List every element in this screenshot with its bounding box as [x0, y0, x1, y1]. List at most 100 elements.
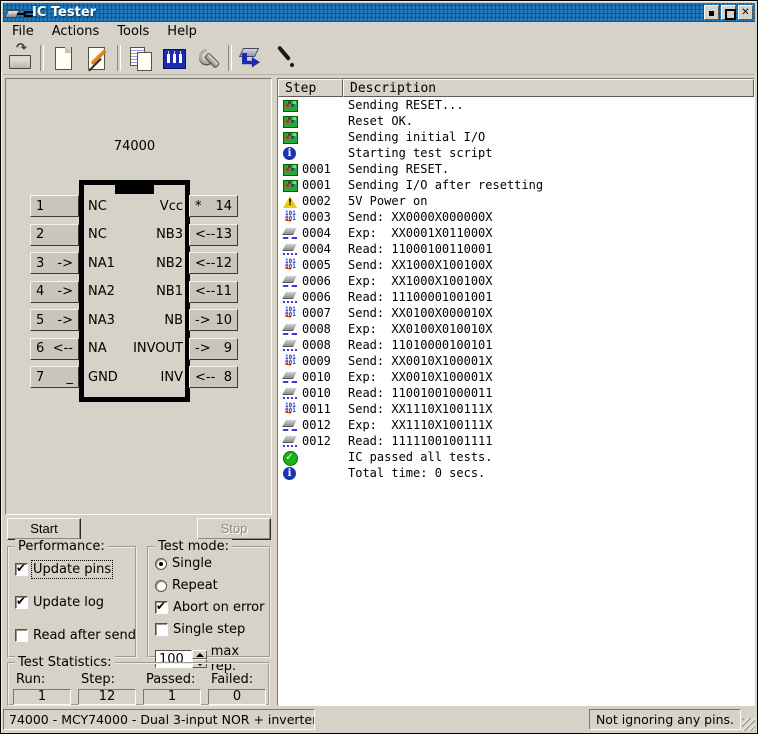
- log-row[interactable]: 0011 Send: XX1110X100111X: [278, 401, 754, 417]
- log-column-description[interactable]: Description: [343, 79, 754, 97]
- log-row[interactable]: 0009 Send: XX0010X100001X: [278, 353, 754, 369]
- checkbox-row[interactable]: Read after send: [15, 628, 131, 643]
- pin-label: NB1: [156, 284, 183, 299]
- log-row[interactable]: 0006 Exp: XX1000X100100X: [278, 273, 754, 289]
- log-row-description: Sending RESET...: [348, 98, 464, 112]
- log-row-description: Send: XX0000X000000X: [348, 210, 493, 224]
- menu-item[interactable]: Actions: [43, 23, 109, 40]
- log-row-icon: [282, 466, 300, 481]
- log-row[interactable]: 0012 Read: 11111001001111: [278, 433, 754, 449]
- pin-box-right[interactable]: -> 10: [189, 309, 238, 331]
- performance-frame: Performance: Update pins Update log Read…: [7, 546, 137, 658]
- log-row[interactable]: 0001 Sending I/O after resetting: [278, 177, 754, 193]
- window-control-button[interactable]: [721, 5, 736, 20]
- log-row-description: Exp: XX1000X100100X: [348, 274, 493, 288]
- window-control-button[interactable]: [704, 5, 719, 20]
- pin-box-left[interactable]: 6 <--: [30, 338, 79, 360]
- pin-box-left[interactable]: 1: [30, 195, 79, 217]
- log-row-step: 0011: [302, 402, 346, 416]
- pin-box-left[interactable]: 2: [30, 224, 79, 246]
- log-row-step: 0006: [302, 274, 346, 288]
- radio-row[interactable]: Single: [155, 556, 267, 571]
- pin-label: NA2: [88, 284, 115, 299]
- log-row-description: Sending RESET.: [348, 162, 449, 176]
- checkbox-row[interactable]: Single step: [155, 622, 267, 637]
- menu-item[interactable]: File: [3, 23, 43, 40]
- pin-box-left[interactable]: 5 ->: [30, 309, 79, 331]
- resize-grip-icon[interactable]: [742, 718, 755, 731]
- toolbar-button[interactable]: [192, 43, 224, 73]
- menu-item[interactable]: Help: [158, 23, 206, 40]
- pin-box-left[interactable]: 4 ->: [30, 281, 79, 303]
- log-row[interactable]: 0010 Read: 11001001000011: [278, 385, 754, 401]
- pin-row: 6 <-- NA INVOUT -> 9: [30, 335, 238, 364]
- toolbar-button[interactable]: [47, 43, 79, 73]
- spinner-up-icon[interactable]: [192, 650, 207, 659]
- checkbox[interactable]: [155, 601, 168, 614]
- pin-box-right[interactable]: <-- 12: [189, 252, 238, 274]
- log-row[interactable]: 0006 Read: 11100001001001: [278, 289, 754, 305]
- log-row[interactable]: 0001 Sending RESET.: [278, 161, 754, 177]
- radio-row[interactable]: Repeat: [155, 578, 267, 593]
- window-control-button[interactable]: [738, 5, 753, 20]
- log-row-description: Read: 11010000100101: [348, 338, 493, 352]
- log-row[interactable]: 0005 Send: XX1000X100100X: [278, 257, 754, 273]
- pin-box-right[interactable]: <-- 8: [189, 366, 238, 388]
- log-row[interactable]: Reset OK.: [278, 113, 754, 129]
- pin-direction-arrow: ->: [57, 313, 73, 328]
- toolbar-button[interactable]: [4, 43, 36, 73]
- checkbox[interactable]: [155, 623, 168, 636]
- pin-box-right[interactable]: <-- 11: [189, 281, 238, 303]
- log-panel[interactable]: Step Description Sending RESET... Reset …: [277, 78, 755, 706]
- log-row-icon: [282, 322, 300, 337]
- checkbox-row[interactable]: Update pins: [15, 562, 131, 577]
- titlebar[interactable]: IC Tester: [3, 3, 755, 22]
- log-row[interactable]: Starting test script: [278, 145, 754, 161]
- pin-direction-arrow: ->: [195, 313, 211, 328]
- checkbox[interactable]: [15, 563, 28, 576]
- start-button[interactable]: Start: [7, 518, 81, 540]
- checkbox[interactable]: [15, 596, 28, 609]
- log-row[interactable]: 0012 Exp: XX1110X100111X: [278, 417, 754, 433]
- log-row[interactable]: 0007 Send: XX0100X000010X: [278, 305, 754, 321]
- log-row[interactable]: 0010 Exp: XX0010X100001X: [278, 369, 754, 385]
- toolbar-icon: [51, 46, 75, 70]
- toolbar-button[interactable]: [158, 43, 190, 73]
- pin-box-left[interactable]: 7 _: [30, 366, 79, 388]
- checkbox-label: Abort on error: [173, 600, 264, 615]
- toolbar-button[interactable]: [124, 43, 156, 73]
- log-row[interactable]: IC passed all tests.: [278, 449, 754, 465]
- log-row[interactable]: 0008 Read: 11010000100101: [278, 337, 754, 353]
- log-row[interactable]: 0008 Exp: XX0100X010010X: [278, 321, 754, 337]
- toolbar-button[interactable]: [269, 43, 301, 73]
- log-row[interactable]: 0004 Read: 11000100110001: [278, 241, 754, 257]
- pin-number: 14: [215, 199, 232, 214]
- pin-box-left[interactable]: 3 ->: [30, 252, 79, 274]
- toolbar-button[interactable]: [235, 43, 267, 73]
- toolbar-button[interactable]: [81, 43, 113, 73]
- log-row[interactable]: Total time: 0 secs.: [278, 465, 754, 481]
- menu-item[interactable]: Tools: [108, 23, 158, 40]
- pin-direction-arrow: *: [195, 199, 202, 214]
- log-row[interactable]: 0003 Send: XX0000X000000X: [278, 209, 754, 225]
- log-row-description: Send: XX0100X000010X: [348, 306, 493, 320]
- log-row[interactable]: Sending initial I/O: [278, 129, 754, 145]
- log-row[interactable]: Sending RESET...: [278, 97, 754, 113]
- log-row-description: Read: 11100001001001: [348, 290, 493, 304]
- pin-label: NA3: [88, 313, 115, 328]
- log-row-icon: [282, 338, 300, 353]
- log-row[interactable]: 0004 Exp: XX0001X011000X: [278, 225, 754, 241]
- pin-box-right[interactable]: -> 9: [189, 338, 238, 360]
- radio-button[interactable]: [155, 558, 167, 570]
- checkbox-row[interactable]: Update log: [15, 595, 131, 610]
- statistic-label: Run:: [13, 672, 71, 687]
- pin-row: 2 NC NB3 <-- 13: [30, 221, 238, 250]
- pin-number: 12: [215, 256, 232, 271]
- log-column-step[interactable]: Step: [278, 79, 343, 97]
- radio-button[interactable]: [155, 580, 167, 592]
- checkbox-row[interactable]: Abort on error: [155, 600, 267, 615]
- pin-box-right[interactable]: * 14: [189, 195, 238, 217]
- checkbox[interactable]: [15, 629, 28, 642]
- log-row[interactable]: 0002 5V Power on: [278, 193, 754, 209]
- pin-box-right[interactable]: <-- 13: [189, 224, 238, 246]
